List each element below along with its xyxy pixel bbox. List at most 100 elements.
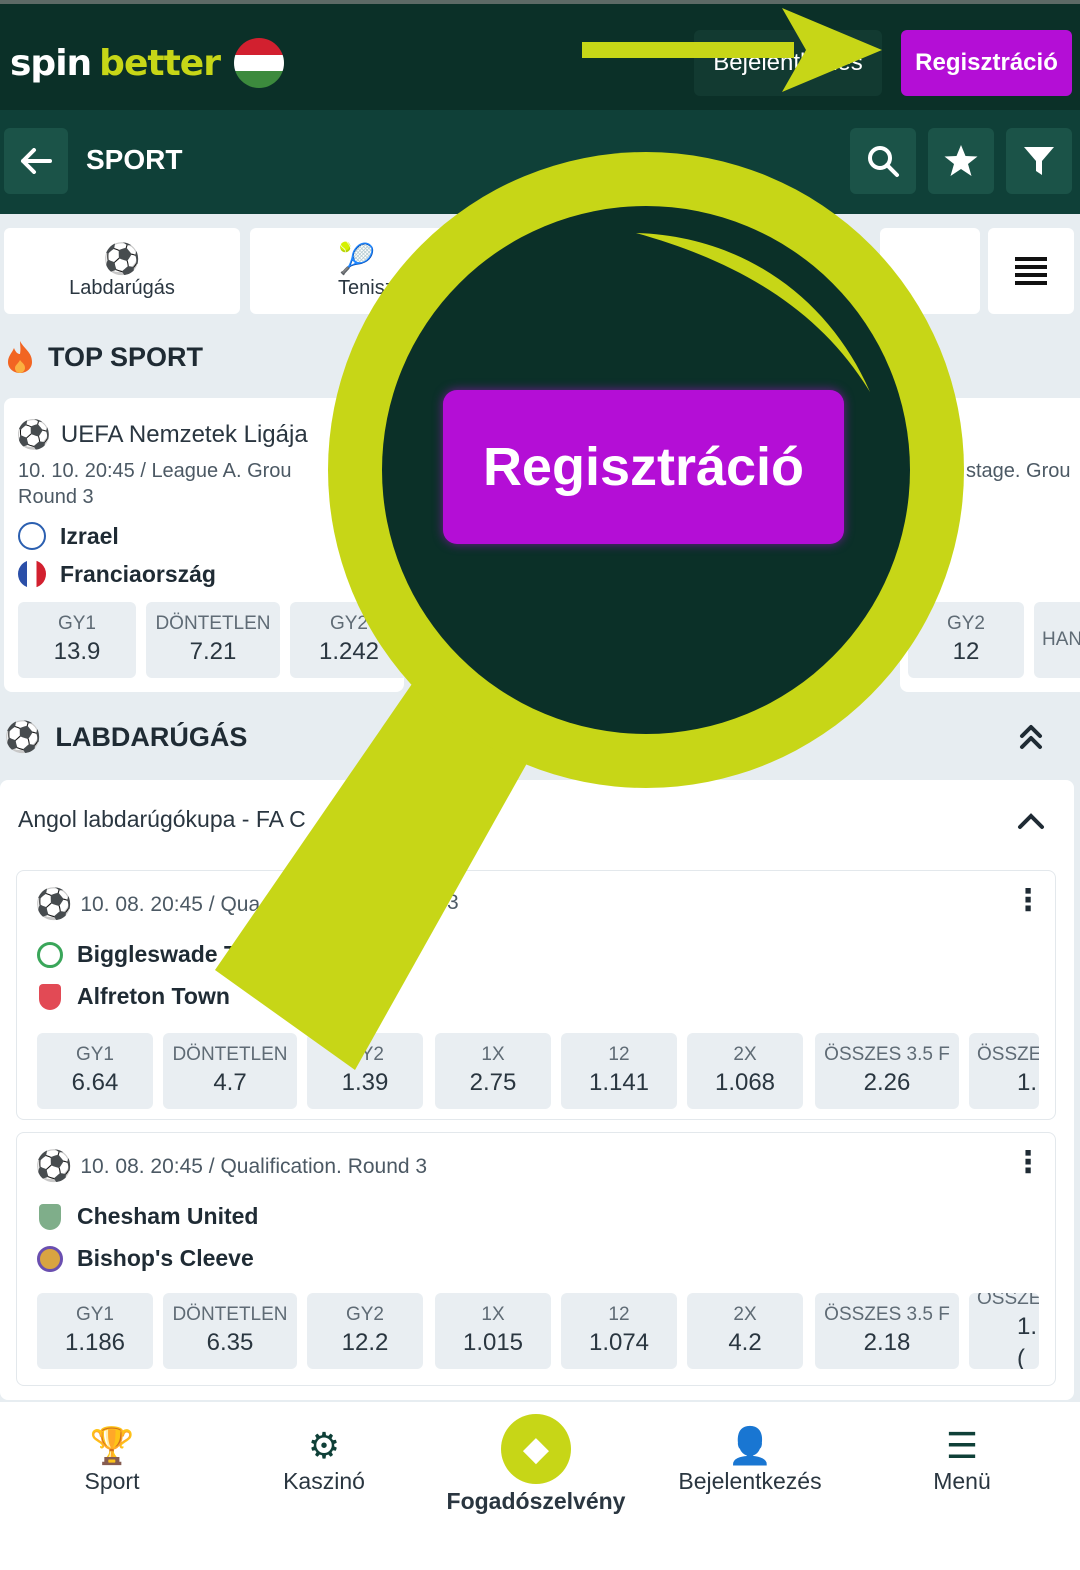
odd-button[interactable]: HAN (1034, 602, 1080, 678)
odd-label: 1X (481, 1304, 505, 1325)
odd-label: DÖNTETLEN (172, 1044, 288, 1065)
odd-button[interactable]: DÖNTETLEN 6.35 (163, 1293, 297, 1369)
odd-value: 4.7 (213, 1069, 247, 1096)
top-match-card[interactable]: ⚽ UEFA Nemzetek Ligája 10. 10. 20:45 / L… (4, 398, 408, 692)
odd-label: GY2 (345, 1044, 385, 1065)
odd-button[interactable]: GY1 13.9 (18, 602, 136, 678)
sports-menu-button[interactable] (988, 228, 1074, 314)
odd-value: 6.64 (71, 1069, 119, 1096)
match-meta: stage. Grou (966, 460, 1071, 482)
bottom-nav-sport[interactable]: 🏆 Sport (12, 1424, 212, 1495)
odd-button[interactable]: GY2 12.2 (307, 1293, 423, 1369)
odd-button[interactable]: GY2 1.39 (307, 1033, 423, 1109)
team-badge-icon (39, 1203, 61, 1230)
bottom-nav-login[interactable]: 👤 Bejelentkezés (650, 1424, 850, 1495)
odd-value: 12.2 (341, 1329, 389, 1356)
top-sport-title: TOP SPORT (48, 341, 204, 372)
bottom-nav-menu[interactable]: ☰ Menü (862, 1424, 1062, 1495)
soccer-ball-icon: ⚽ (16, 419, 51, 450)
team-away[interactable]: Franciaország (18, 560, 216, 588)
bottom-nav-betslip[interactable]: ◆ Fogadószelvény (426, 1414, 646, 1515)
bottom-nav-label: Menü (933, 1468, 991, 1494)
match-card[interactable]: ⚽ 10. 08. 20:45 / Qua 3 ⋮ Biggleswade T … (16, 870, 1056, 1120)
odd-label: DÖNTETLEN (155, 613, 271, 634)
odd-button[interactable]: GY1 1.186 (37, 1293, 153, 1369)
hungary-flag-icon (233, 38, 284, 88)
odd-button[interactable]: 1X 2.75 (435, 1033, 551, 1109)
soccer-ball-icon: ⚽ (35, 888, 73, 921)
odd-label: GY2 (329, 613, 369, 634)
odd-label: HAN (1042, 629, 1080, 650)
more-options-icon[interactable]: ⋮ (1013, 883, 1043, 918)
odd-button[interactable]: 12 1.141 (561, 1033, 677, 1109)
filter-icon (1024, 147, 1054, 175)
odd-button[interactable]: GY1 6.64 (37, 1033, 153, 1109)
logo-spin-text: spin (10, 42, 92, 84)
team-home[interactable]: Biggleswade T (37, 941, 238, 968)
collapse-section-button[interactable] (1016, 722, 1046, 757)
odd-label: ÖSSZE (977, 1044, 1039, 1065)
match-meta-round: Round 3 (18, 486, 94, 508)
team-name: Alfreton Town (77, 983, 230, 1009)
team-away[interactable]: Bishop's Cleeve (37, 1245, 254, 1272)
odd-button[interactable]: ÖSSZE 1. (969, 1033, 1039, 1109)
odd-label: 1X (481, 1044, 505, 1065)
odd-button[interactable]: 12 1.074 (561, 1293, 677, 1369)
odd-button[interactable]: 1X 1.015 (435, 1293, 551, 1369)
odd-button[interactable]: DÖNTETLEN 4.7 (163, 1033, 297, 1109)
casino-chip-icon: ⚙ (307, 1425, 341, 1466)
odd-value: 1.141 (588, 1069, 650, 1096)
arrow-left-icon (21, 148, 52, 174)
israel-flag-icon (18, 522, 46, 550)
odd-value: 2.26 (863, 1069, 911, 1096)
odd-button[interactable]: ÖSSZES 3.5 F 2.18 (815, 1293, 959, 1369)
odd-button[interactable]: ÖSSZE 1.( (969, 1293, 1039, 1369)
zoomed-register-button: Regisztráció (443, 390, 844, 544)
odd-value: 1.015 (462, 1329, 524, 1356)
odd-value: 1.( (1017, 1313, 1038, 1369)
odd-button[interactable]: GY2 12 (908, 602, 1024, 678)
favorites-button[interactable] (928, 128, 994, 194)
odd-value: 1.242 (318, 638, 380, 665)
football-title: LABDARÚGÁS (55, 722, 248, 752)
odd-value: 1. (1017, 1069, 1038, 1096)
top-sport-heading: TOP SPORT (6, 340, 203, 374)
odd-value: 2.18 (863, 1329, 911, 1356)
team-home[interactable]: Chesham United (37, 1203, 258, 1230)
register-button[interactable]: Regisztráció (901, 30, 1072, 96)
sport-tab-more[interactable] (880, 228, 980, 314)
sport-tab-football[interactable]: ⚽ Labdarúgás (4, 228, 240, 314)
odd-button[interactable]: ÖSSZES 3.5 F 2.26 (815, 1033, 959, 1109)
match-meta: 10. 08. 20:45 / Qua (80, 892, 261, 916)
odd-button[interactable]: DÖNTETLEN 7.21 (146, 602, 280, 678)
more-options-icon[interactable]: ⋮ (1013, 1145, 1043, 1180)
odd-value: 13.9 (53, 638, 101, 665)
soccer-ball-icon: ⚽ (4, 721, 42, 754)
match-meta-tail: 3 (447, 891, 459, 914)
sport-tab-tennis[interactable]: 🎾 Tenisz (250, 228, 486, 314)
filter-button[interactable] (1006, 128, 1072, 194)
top-match-card-2[interactable]: stage. Grou GY2 12 HAN (900, 398, 1080, 692)
odd-button[interactable]: GY2 1.242 (290, 602, 408, 678)
odd-label: GY1 (57, 613, 97, 634)
match-card[interactable]: ⚽ 10. 08. 20:45 / Qualification. Round 3… (16, 1132, 1056, 1386)
sport-tab-label: Labdarúgás (69, 276, 175, 299)
odd-value: 7.21 (189, 638, 237, 665)
competition-name[interactable]: Angol labdarúgókupa - FA C (18, 806, 306, 833)
bottom-nav-casino[interactable]: ⚙ Kaszinó (224, 1424, 424, 1495)
team-away[interactable]: Alfreton Town (37, 983, 230, 1010)
odd-value: 1.186 (64, 1329, 126, 1356)
star-icon (944, 145, 978, 176)
search-button[interactable] (850, 128, 916, 194)
login-button[interactable]: Bejelentkezés (694, 30, 882, 96)
spinbetter-logo[interactable]: spin better (10, 38, 284, 88)
team-home[interactable]: Izrael (18, 522, 119, 550)
bottom-nav-label: Fogadószelvény (446, 1488, 626, 1514)
back-button[interactable] (4, 128, 68, 194)
team-name: Izrael (60, 522, 119, 549)
odd-label: ÖSSZE (977, 1293, 1039, 1309)
collapse-competition-button[interactable] (1016, 810, 1046, 837)
odd-button[interactable]: 2X 4.2 (687, 1293, 803, 1369)
odd-label: ÖSSZES 3.5 F (824, 1304, 950, 1325)
odd-button[interactable]: 2X 1.068 (687, 1033, 803, 1109)
